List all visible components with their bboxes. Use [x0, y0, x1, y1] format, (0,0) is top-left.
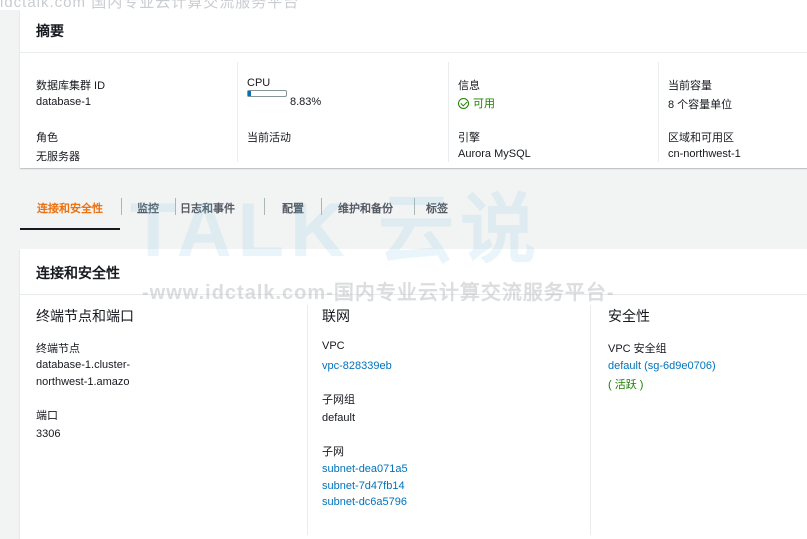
tab-connectivity-security[interactable]: 连接和安全性 — [37, 200, 103, 216]
security-group-status: ( 活跃 ) — [608, 379, 644, 391]
endpoints-heading: 终端节点和端口 — [36, 308, 134, 324]
role-value: 无服务器 — [36, 151, 80, 163]
tab-divider — [321, 198, 322, 215]
cpu-label: CPU — [247, 77, 271, 89]
subnet-group-label: 子网组 — [322, 394, 355, 406]
capacity-value: 8 个容量单位 — [668, 99, 733, 111]
subnet-link[interactable]: subnet-dea071a5 — [322, 463, 408, 475]
status-badge: 可用 — [458, 95, 495, 111]
region-label: 区域和可用区 — [668, 132, 734, 144]
tab-tags[interactable]: 标签 — [426, 200, 448, 216]
role-label: 角色 — [36, 132, 58, 144]
summary-column-cpu: CPU 8.83% 当前活动 — [237, 62, 448, 162]
cluster-id-value: database-1 — [36, 96, 92, 108]
tab-monitoring[interactable]: 监控 — [137, 200, 159, 216]
banner-text: idctalk.com 国内专业云计算交流服务平台 — [0, 0, 300, 10]
vpc-link[interactable]: vpc-828339eb — [322, 360, 392, 372]
endpoint-value-line2: northwest-1.amazo — [36, 376, 130, 388]
cpu-progress-bar — [247, 90, 287, 97]
port-label: 端口 — [36, 410, 58, 422]
status-text: 可用 — [473, 98, 495, 110]
summary-column-status: 信息 可用 引擎 Aurora MySQL — [448, 62, 659, 162]
tab-divider — [175, 198, 176, 215]
summary-column-identity: 数据库集群 ID database-1 角色 无服务器 — [36, 62, 236, 163]
tab-divider — [264, 198, 265, 215]
vpc-label: VPC — [322, 340, 345, 352]
security-heading: 安全性 — [608, 308, 650, 324]
cpu-progress-fill — [248, 91, 252, 96]
cluster-id-label: 数据库集群 ID — [36, 80, 106, 92]
subnets-label: 子网 — [322, 446, 344, 458]
info-label: 信息 — [458, 80, 480, 92]
tab-configuration[interactable]: 配置 — [282, 200, 304, 216]
detail-tabs: 连接和安全性 监控 日志和事件 配置 维护和备份 标签 — [20, 190, 807, 230]
engine-value: Aurora MySQL — [458, 148, 531, 160]
tab-divider — [414, 198, 415, 215]
tab-logs-events[interactable]: 日志和事件 — [180, 200, 235, 216]
summary-title: 摘要 — [36, 23, 64, 39]
check-circle-icon — [458, 98, 469, 109]
endpoint-value-line1: database-1.cluster- — [36, 359, 131, 371]
tab-divider — [121, 198, 122, 215]
summary-panel: 摘要 数据库集群 ID database-1 角色 无服务器 CPU 8.83%… — [20, 10, 807, 168]
engine-label: 引擎 — [458, 132, 480, 144]
connectivity-security-panel: 连接和安全性 终端节点和端口 终端节点 database-1.cluster- … — [20, 249, 807, 539]
subnet-link[interactable]: subnet-dc6a5796 — [322, 496, 407, 508]
column-divider — [590, 305, 591, 535]
cpu-value: 8.83% — [290, 96, 322, 108]
connectivity-title: 连接和安全性 — [36, 265, 120, 281]
column-divider — [307, 305, 308, 535]
current-activity-label: 当前活动 — [247, 132, 291, 144]
capacity-label: 当前容量 — [668, 80, 712, 92]
active-tab-indicator — [20, 228, 120, 230]
security-group-label: VPC 安全组 — [608, 343, 667, 355]
summary-column-capacity: 当前容量 8 个容量单位 区域和可用区 cn-northwest-1 — [658, 62, 807, 162]
top-banner-watermark: idctalk.com 国内专业云计算交流服务平台 — [0, 0, 807, 10]
summary-header: 摘要 — [20, 10, 807, 53]
tab-maintenance-backups[interactable]: 维护和备份 — [338, 200, 393, 216]
connectivity-header: 连接和安全性 — [20, 249, 807, 295]
subnet-group-value: default — [322, 412, 356, 424]
port-value: 3306 — [36, 428, 61, 440]
security-group-link[interactable]: default (sg-6d9e0706) — [608, 360, 716, 372]
region-value: cn-northwest-1 — [668, 148, 741, 160]
endpoint-label: 终端节点 — [36, 343, 80, 355]
networking-heading: 联网 — [322, 308, 350, 324]
subnet-link[interactable]: subnet-7d47fb14 — [322, 480, 405, 492]
